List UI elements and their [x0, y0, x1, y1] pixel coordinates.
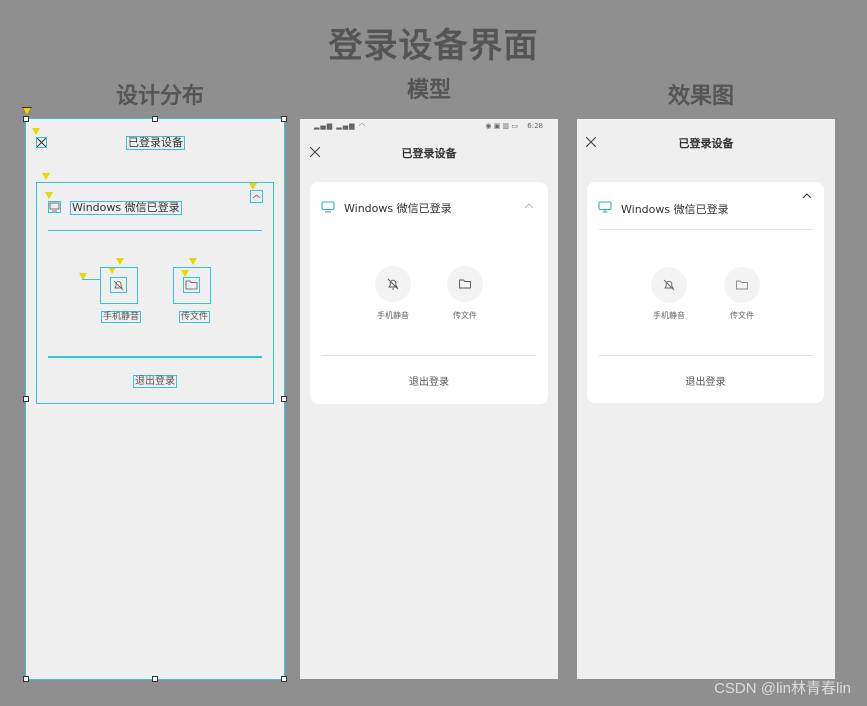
- divider-line: [599, 355, 813, 356]
- bell-muted-icon: [110, 277, 127, 293]
- send-file-label: 传文件: [730, 311, 754, 320]
- send-file-button[interactable]: [724, 267, 760, 303]
- logout-button[interactable]: 退出登录: [310, 373, 548, 388]
- status-bar: ▂▄▆ ▂▄▆ ◠ ◉ ▣ ▥ ▭ 6:28: [300, 119, 558, 133]
- logout-button[interactable]: 退出登录: [133, 375, 177, 388]
- close-icon[interactable]: [36, 137, 47, 148]
- device-name: Windows 微信已登录: [70, 201, 182, 215]
- send-file-button[interactable]: [447, 266, 483, 302]
- folder-icon: [183, 277, 200, 293]
- selection-handle[interactable]: [281, 676, 287, 682]
- mute-label: 手机静音: [377, 311, 409, 320]
- selection-handle[interactable]: [281, 116, 287, 122]
- monitor-icon: [321, 201, 335, 213]
- selection-handle[interactable]: [23, 676, 29, 682]
- monitor-icon: [48, 201, 61, 213]
- anchor-marker: [22, 107, 32, 115]
- selection-handle[interactable]: [23, 116, 29, 122]
- folder-icon: [736, 280, 748, 290]
- battery-icon: ◉ ▣ ▥ ▭: [485, 122, 518, 130]
- divider-line: [599, 229, 813, 230]
- chevron-up-icon[interactable]: [250, 190, 263, 203]
- result-panel: 已登录设备 Windows 微信已登录 手机静音 传文件 退出登录: [577, 119, 835, 679]
- main-title: 登录设备界面: [328, 26, 539, 66]
- folder-icon: [459, 279, 471, 289]
- header-title: 已登录设备: [401, 147, 457, 160]
- column-title-design: 设计分布: [115, 84, 204, 109]
- divider-line: [322, 355, 536, 356]
- device-card: Windows 微信已登录 手机静音 传文件 退出登录: [310, 182, 548, 404]
- mute-label: 手机静音: [653, 311, 685, 320]
- device-name: Windows 微信已登录: [621, 203, 729, 216]
- chevron-up-icon[interactable]: [802, 192, 812, 199]
- anchor-marker: [41, 172, 51, 180]
- column-title-result: 效果图: [667, 84, 734, 109]
- mute-button[interactable]: [651, 267, 687, 303]
- design-panel: 已登录设备 Windows 微信已登录 手机静音 传文件 退出登录: [22, 107, 287, 682]
- header-title: 已登录设备: [126, 136, 185, 150]
- monitor-icon: [598, 201, 612, 213]
- send-file-label: 传文件: [179, 311, 211, 323]
- mute-button[interactable]: [375, 266, 411, 302]
- selection-handle[interactable]: [281, 396, 287, 402]
- mute-label: 手机静音: [101, 311, 142, 323]
- send-file-label: 传文件: [453, 311, 477, 320]
- selection-handle[interactable]: [152, 116, 158, 122]
- connector-line: [82, 279, 100, 280]
- device-name: Windows 微信已登录: [344, 202, 452, 215]
- bell-muted-icon: [663, 279, 675, 291]
- bell-muted-icon: [387, 278, 399, 290]
- selection-handle[interactable]: [152, 676, 158, 682]
- chevron-up-icon[interactable]: [524, 202, 534, 209]
- device-card-wire: [36, 182, 274, 404]
- column-title-model: 模型: [406, 78, 451, 103]
- status-time: 6:28: [527, 122, 543, 130]
- model-panel: ▂▄▆ ▂▄▆ ◠ ◉ ▣ ▥ ▭ 6:28 已登录设备 Windows 微信已…: [300, 119, 558, 679]
- divider-line: [48, 356, 262, 358]
- selection-handle[interactable]: [23, 396, 29, 402]
- divider-line: [48, 230, 262, 231]
- watermark: CSDN @lin林青春lin: [714, 680, 851, 697]
- logout-button[interactable]: 退出登录: [587, 373, 824, 388]
- device-card: Windows 微信已登录 手机静音 传文件 退出登录: [587, 182, 824, 403]
- header-title: 已登录设备: [678, 137, 734, 150]
- signal-icon: ▂▄▆ ▂▄▆ ◠: [314, 122, 366, 130]
- anchor-marker: [31, 127, 41, 135]
